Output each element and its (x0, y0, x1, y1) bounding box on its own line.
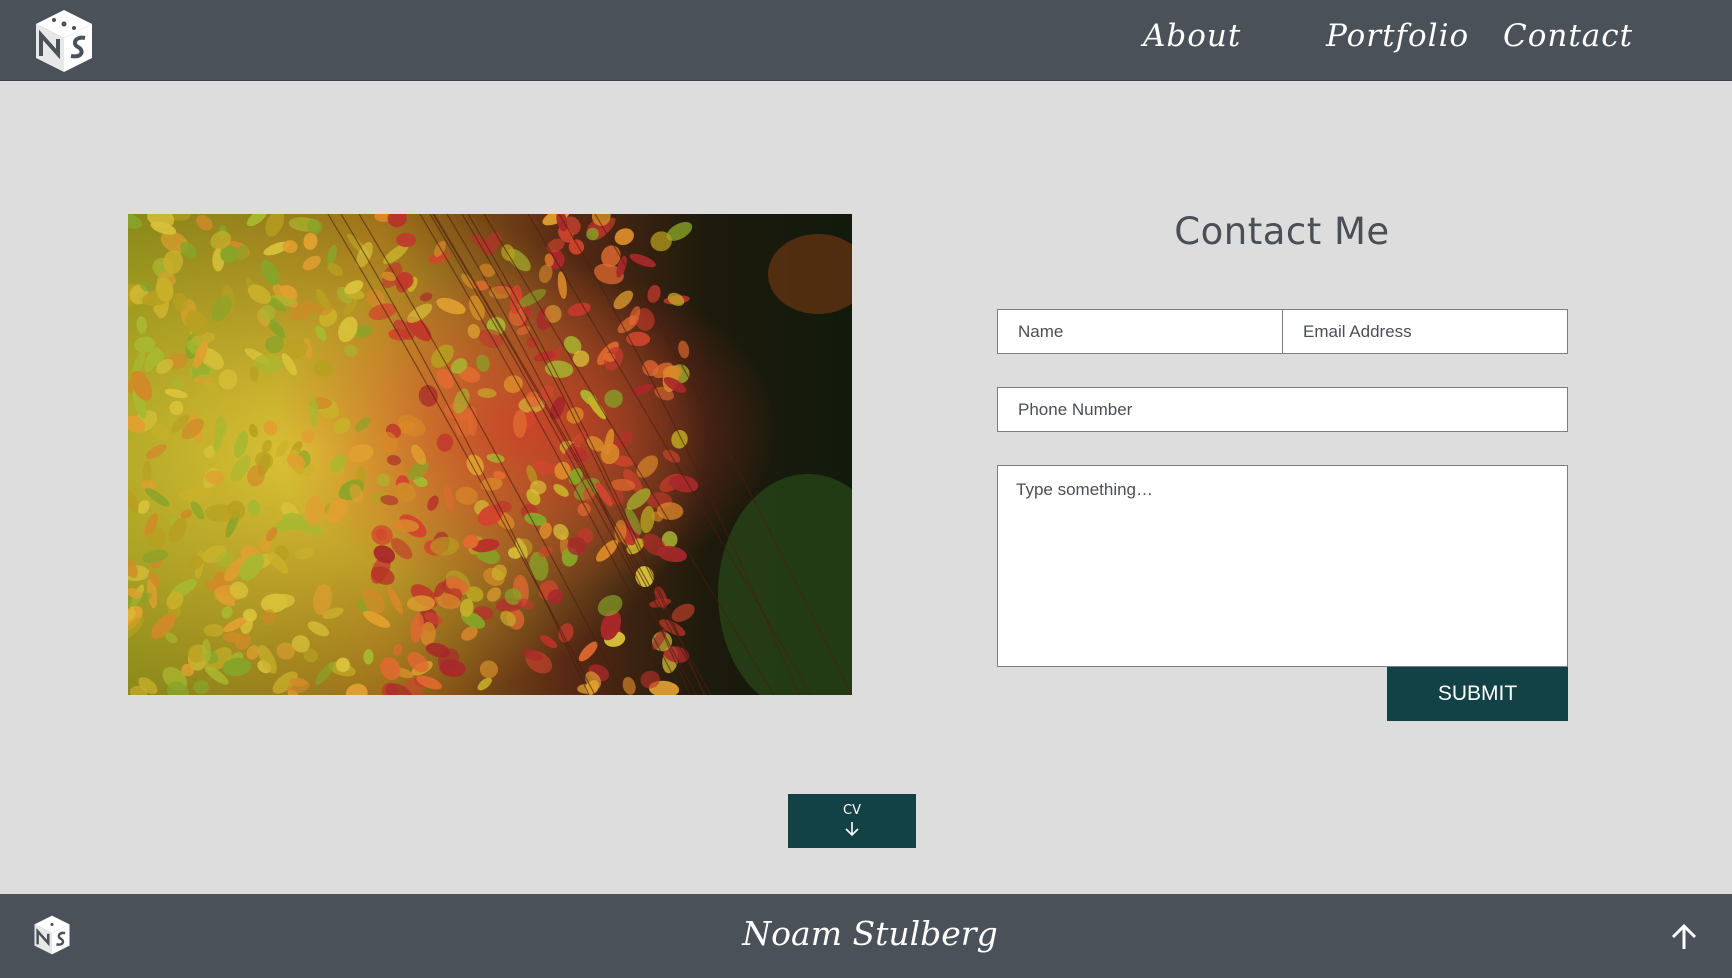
contact-title: Contact Me (1174, 210, 1390, 253)
autumn-leaves-photo (128, 214, 852, 695)
phone-input[interactable] (997, 387, 1568, 432)
name-input[interactable] (997, 309, 1283, 354)
logo-icon[interactable] (32, 8, 96, 74)
footer-logo-icon[interactable] (32, 914, 72, 956)
submit-button[interactable]: SUBMIT (1387, 667, 1568, 721)
site-header: About Portfolio Contact (0, 0, 1732, 81)
site-footer: Noam Stulberg (0, 894, 1732, 978)
arrow-up-icon[interactable] (1669, 922, 1699, 952)
nav-contact[interactable]: Contact (1503, 18, 1633, 54)
arrow-down-icon (845, 822, 859, 837)
nav-about[interactable]: About (1143, 18, 1241, 54)
cv-download-button[interactable]: CV (788, 794, 916, 848)
footer-name: Noam Stulberg (742, 914, 998, 953)
email-input[interactable] (1282, 309, 1568, 354)
nav-portfolio[interactable]: Portfolio (1326, 18, 1469, 54)
message-textarea[interactable] (997, 465, 1568, 667)
cv-label: CV (843, 803, 861, 818)
